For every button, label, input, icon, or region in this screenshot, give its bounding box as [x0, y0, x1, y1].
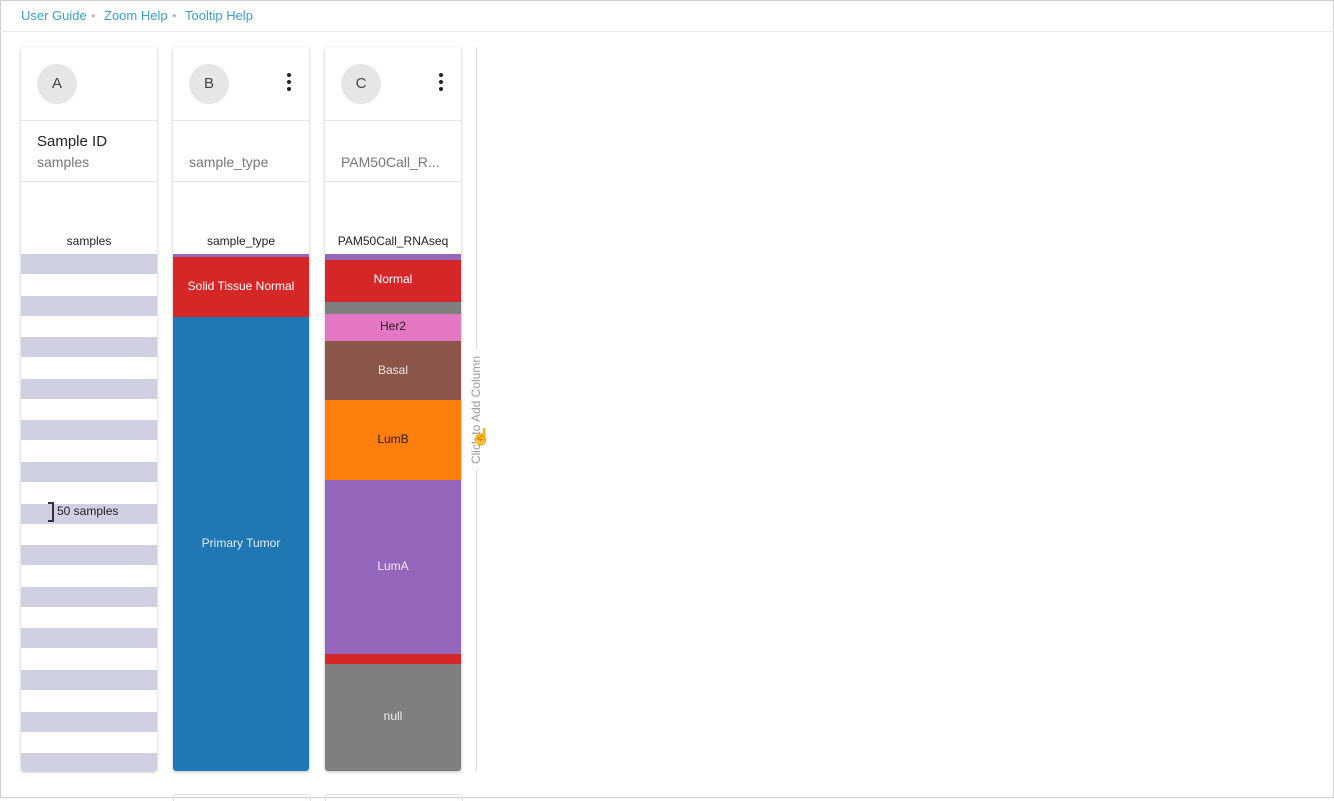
column-avatar[interactable]: C	[341, 64, 381, 104]
sample-stripe[interactable]	[21, 337, 157, 357]
column-title-section: Sample ID samples	[21, 121, 157, 182]
nav-separator: •	[172, 8, 177, 23]
more-options-icon[interactable]	[437, 73, 445, 93]
sample-stripe[interactable]	[21, 670, 157, 690]
sample-count-label: 50 samples	[57, 504, 119, 519]
segment-label: Primary Tumor	[201, 536, 281, 551]
column-header: A	[21, 47, 157, 121]
segment-label: LumA	[377, 558, 409, 573]
column-title: Sample ID	[37, 133, 108, 150]
sample-stripe[interactable]	[21, 712, 157, 732]
category-segment[interactable]	[325, 301, 461, 315]
column-label-section: PAM50Call_RNAseq	[325, 182, 461, 254]
column-title-section: PAM50Call_R...	[325, 121, 461, 182]
category-segment[interactable]	[325, 653, 461, 664]
more-options-icon[interactable]	[285, 73, 293, 93]
category-segment[interactable]: Primary Tumor	[173, 317, 309, 771]
category-segment[interactable]: Normal	[325, 260, 461, 302]
column-header: C	[325, 47, 461, 121]
sample-stripe[interactable]	[21, 628, 157, 648]
segment-label: LumB	[377, 431, 409, 446]
sample-stripe[interactable]	[21, 420, 157, 440]
column-subtitle: PAM50Call_R...	[341, 154, 440, 170]
pointer-cursor-icon: ☝	[471, 429, 491, 446]
category-segment[interactable]: Her2	[325, 314, 461, 342]
segment-label: Basal	[377, 362, 409, 377]
zoom-help-link[interactable]: Zoom Help	[104, 8, 168, 23]
category-segment[interactable]: LumB	[325, 399, 461, 480]
category-segment[interactable]: Basal	[325, 341, 461, 400]
pam50-bars: Normal Her2 Basal LumB LumA null	[325, 254, 461, 771]
segment-label: null	[383, 709, 403, 724]
sample-count-badge: 50 samples	[48, 502, 118, 522]
category-segment[interactable]: Solid Tissue Normal	[173, 257, 309, 318]
tooltip-help-link[interactable]: Tooltip Help	[185, 8, 253, 23]
column-label: PAM50Call_RNAseq	[337, 234, 449, 248]
sample-stripe[interactable]	[21, 462, 157, 482]
sample-stripe[interactable]	[21, 379, 157, 399]
segment-label: Normal	[373, 271, 413, 286]
nav-separator: •	[91, 8, 96, 23]
column-label-section: samples	[21, 182, 157, 254]
segment-label: Solid Tissue Normal	[187, 279, 295, 294]
top-nav: User Guide • Zoom Help • Tooltip Help	[0, 0, 1334, 32]
column-a: A Sample ID samples samples 50 samples	[21, 47, 157, 771]
column-avatar[interactable]: B	[189, 64, 229, 104]
segment-label: Her2	[379, 318, 406, 333]
column-label: samples	[66, 234, 112, 248]
sample-stripe[interactable]	[21, 587, 157, 607]
sample-stripe[interactable]	[21, 545, 157, 565]
column-title-section: sample_type	[173, 121, 309, 182]
category-segment[interactable]: null	[325, 663, 461, 771]
column-c: C PAM50Call_R... PAM50Call_RNAseq Normal…	[325, 47, 461, 771]
column-label-section: sample_type	[173, 182, 309, 254]
column-label: sample_type	[206, 234, 276, 248]
sample-stripe[interactable]	[21, 296, 157, 316]
sample-stripes[interactable]: 50 samples	[21, 254, 157, 771]
sample-type-bars: Solid Tissue Normal Primary Tumor	[173, 254, 309, 771]
category-segment[interactable]: LumA	[325, 479, 461, 654]
user-guide-link[interactable]: User Guide	[21, 8, 87, 23]
column-b: B sample_type sample_type Solid Tissue N…	[173, 47, 309, 771]
add-column-button[interactable]: Click to Add Column	[465, 349, 487, 471]
column-avatar[interactable]: A	[37, 64, 77, 104]
column-subtitle: samples	[37, 154, 90, 170]
sample-stripe[interactable]	[21, 254, 157, 274]
bracket-icon	[48, 502, 54, 522]
column-subtitle: sample_type	[189, 154, 269, 170]
sample-stripe[interactable]	[21, 753, 157, 771]
column-header: B	[173, 47, 309, 121]
